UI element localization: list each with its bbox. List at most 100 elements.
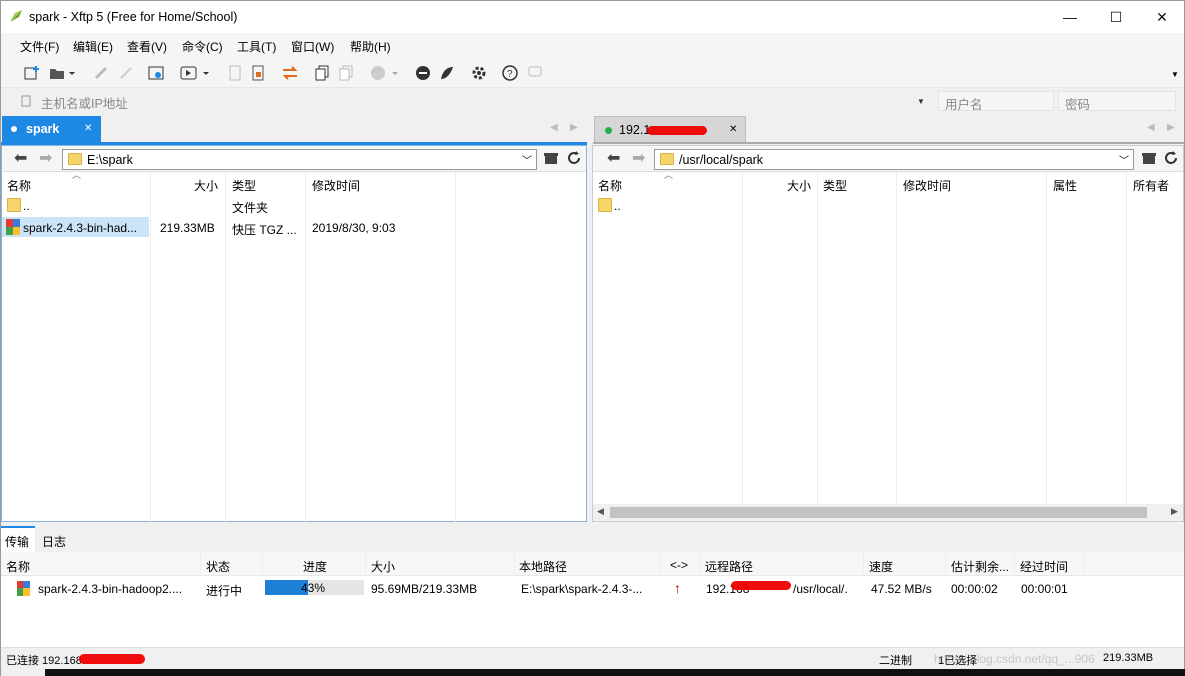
forward-arrow-icon[interactable]: ➡	[39, 148, 52, 168]
remote-path-input[interactable]: /usr/local/spark ﹀	[654, 149, 1134, 170]
menu-edit[interactable]: 编辑(E)	[73, 38, 113, 55]
tcol-local-path[interactable]: 本地路径	[519, 558, 567, 575]
transfer-mode[interactable]: 二进制	[879, 652, 912, 668]
status-bar: 已连接 192.168. 二进制 1已选择 219.33MB https://b…	[1, 647, 1184, 669]
menu-file[interactable]: 文件(F)	[20, 38, 59, 55]
tab-scroll-left-icon[interactable]: ◀	[550, 122, 558, 133]
col-modified[interactable]: 修改时间	[903, 177, 951, 194]
toolbar: ? ▼	[1, 58, 1184, 88]
file-size: 219.33MB	[160, 221, 215, 235]
tab-close-icon[interactable]: ✕	[84, 123, 92, 134]
tcol-elapsed[interactable]: 经过时间	[1020, 558, 1068, 575]
scroll-left-icon[interactable]: ◀	[597, 506, 604, 517]
address-bar: 主机名或IP地址 ▼ 用户名 密码	[1, 89, 1184, 113]
tab-local-spark[interactable]: spark ✕	[2, 116, 101, 142]
xftp-link-icon[interactable]	[438, 64, 456, 82]
list-item[interactable]: .. 文件夹	[2, 194, 586, 216]
toolbar-overflow-icon[interactable]: ▼	[1171, 70, 1179, 79]
session-properties-icon[interactable]	[147, 64, 165, 82]
col-name[interactable]: 名称	[598, 177, 622, 194]
tcol-remote-path[interactable]: 远程路径	[705, 558, 753, 575]
folder-icon	[598, 198, 612, 212]
back-arrow-icon[interactable]: ⬅	[607, 148, 620, 168]
col-divider	[1126, 172, 1127, 504]
open-file-icon[interactable]	[249, 64, 267, 82]
back-arrow-icon[interactable]: ⬅	[14, 148, 27, 168]
settings-gear-icon[interactable]	[470, 64, 488, 82]
sync-transfer-icon[interactable]	[281, 64, 299, 82]
forward-arrow-icon[interactable]: ➡	[632, 148, 645, 168]
help-icon[interactable]: ?	[501, 64, 519, 82]
tab-close-icon[interactable]: ✕	[729, 124, 737, 135]
horizontal-scrollbar[interactable]: ◀ ▶	[593, 504, 1183, 521]
local-path-text: E:\spark	[87, 153, 133, 167]
file-name: spark-2.4.3-bin-had...	[23, 221, 138, 235]
open-folder-browse-icon[interactable]	[1141, 150, 1157, 169]
col-divider	[699, 552, 700, 576]
copy-icon[interactable]	[313, 64, 331, 82]
password-input[interactable]: 密码	[1058, 91, 1176, 112]
close-button[interactable]: ✕	[1139, 1, 1185, 33]
folder-icon	[68, 153, 82, 165]
col-divider	[514, 552, 515, 576]
open-folder-icon[interactable]	[48, 64, 76, 82]
tcol-status[interactable]: 状态	[206, 558, 230, 575]
tab-remote-host[interactable]: 192.1 ✕	[594, 116, 746, 142]
refresh-icon[interactable]	[566, 150, 582, 169]
col-type[interactable]: 类型	[232, 177, 256, 194]
tcol-size[interactable]: 大小	[371, 558, 395, 575]
host-input[interactable]: 主机名或IP地址	[35, 91, 933, 111]
tab-scroll-right-icon[interactable]: ▶	[1167, 122, 1175, 133]
col-divider	[1083, 552, 1084, 576]
tab-scroll-right-icon[interactable]: ▶	[570, 122, 578, 133]
scroll-right-icon[interactable]: ▶	[1171, 506, 1178, 517]
tab-scroll-left-icon[interactable]: ◀	[1147, 122, 1155, 133]
local-path-input[interactable]: E:\spark ﹀	[62, 149, 537, 170]
remote-path-row: ⬅ ➡ /usr/local/spark ﹀	[593, 146, 1183, 172]
col-name[interactable]: 名称	[7, 177, 31, 194]
progress-bar: 43%	[265, 580, 364, 595]
list-item[interactable]: spark-2.4.3-bin-had... 219.33MB 快压 TGZ .…	[2, 216, 586, 238]
taskbar-edge	[1, 669, 45, 676]
col-owner[interactable]: 所有者	[1133, 177, 1169, 194]
tab-log[interactable]: 日志	[37, 526, 77, 552]
open-folder-browse-icon[interactable]	[543, 150, 559, 169]
chat-icon	[526, 64, 544, 82]
tcol-direction[interactable]: <->	[670, 558, 688, 572]
connection-status-dot-icon	[605, 127, 612, 134]
play-dropdown-icon[interactable]	[179, 64, 211, 82]
transfer-row[interactable]: spark-2.4.3-bin-hadoop2.... 进行中 43% 95.6…	[1, 577, 1184, 599]
col-type[interactable]: 类型	[823, 177, 847, 194]
remote-path-text: /usr/local/spark	[679, 153, 764, 167]
tcol-speed[interactable]: 速度	[869, 558, 893, 575]
username-input[interactable]: 用户名	[938, 91, 1054, 112]
tab-transfers[interactable]: 传输	[1, 526, 35, 552]
menu-command[interactable]: 命令(C)	[182, 38, 223, 55]
path-dropdown-icon[interactable]: ﹀	[522, 152, 532, 167]
tcol-progress[interactable]: 进度	[303, 558, 327, 575]
menu-tools[interactable]: 工具(T)	[237, 38, 276, 55]
redaction-mark	[79, 654, 145, 664]
list-item[interactable]: ..	[593, 194, 1183, 216]
maximize-button[interactable]: ☐	[1093, 1, 1139, 33]
menu-view[interactable]: 查看(V)	[127, 38, 167, 55]
menu-window[interactable]: 窗口(W)	[291, 38, 334, 55]
xshell-icon[interactable]	[414, 64, 432, 82]
host-dropdown-icon[interactable]: ▼	[917, 97, 925, 106]
menu-help[interactable]: 帮助(H)	[350, 38, 391, 55]
new-session-icon[interactable]	[23, 64, 41, 82]
col-attributes[interactable]: 属性	[1053, 177, 1077, 194]
transfer-size: 95.69MB/219.33MB	[371, 582, 478, 596]
scrollbar-thumb[interactable]	[610, 507, 1147, 518]
minimize-button[interactable]: —	[1047, 1, 1093, 33]
col-modified[interactable]: 修改时间	[312, 177, 360, 194]
file-modified: 2019/8/30, 9:03	[312, 221, 396, 235]
path-dropdown-icon[interactable]: ﹀	[1119, 152, 1129, 167]
tcol-remaining[interactable]: 估计剩余...	[951, 558, 1009, 575]
col-size[interactable]: 大小	[194, 177, 218, 194]
tcol-name[interactable]: 名称	[6, 558, 30, 575]
col-divider	[1014, 552, 1015, 576]
col-size[interactable]: 大小	[787, 177, 811, 194]
refresh-icon[interactable]	[1163, 150, 1179, 169]
remote-pane: ⬅ ➡ /usr/local/spark ﹀ 名称 ︿ 大小 类型 修改时间 属…	[592, 145, 1184, 522]
